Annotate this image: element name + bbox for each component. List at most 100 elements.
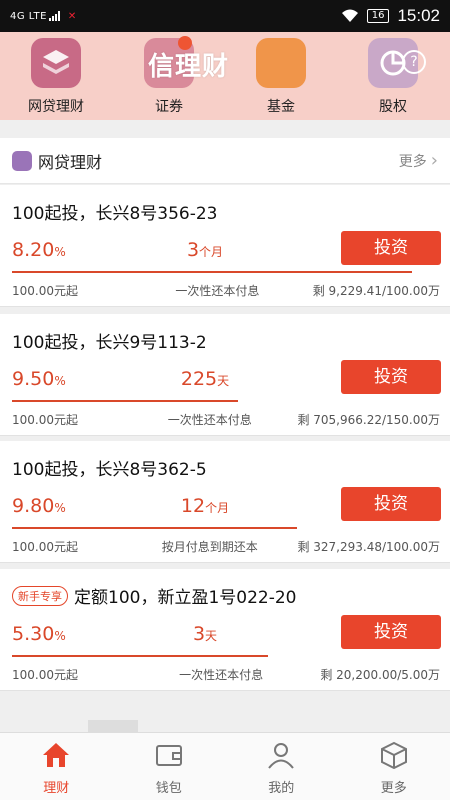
loan-term: 12个月 <box>150 495 260 517</box>
product-footer: 100.00元起 按月付息到期还本 剩 327,293.48/100.00万 <box>12 538 440 555</box>
remaining-amount: 剩 9,229.41/100.00万 <box>312 284 440 298</box>
more-label: 更多 <box>398 153 427 170</box>
battery-indicator: 16 <box>366 9 390 23</box>
product-footer: 100.00元起 一次性还本付息 剩 705,966.22/150.00万 <box>12 411 440 428</box>
layers-icon <box>31 38 81 88</box>
invest-button[interactable]: 投资 <box>341 487 441 521</box>
rate-unit: % <box>54 374 66 388</box>
category-equity[interactable]: 股权 <box>348 38 438 116</box>
help-icon: ? <box>402 50 426 74</box>
term-unit: 天 <box>217 374 230 388</box>
interest-rate: 9.80% <box>12 495 66 517</box>
rate-value: 8.20 <box>12 239 55 261</box>
tab-label: 更多 <box>380 781 407 796</box>
term-unit: 个月 <box>205 501 230 515</box>
product-name-row: 新手专享 定额100，新立盈1号022-20 <box>12 583 296 608</box>
p2p-section-icon <box>12 150 32 171</box>
product-name-row: 100起投，长兴8号356-23 <box>12 199 217 224</box>
partial-divider <box>88 720 138 732</box>
wifi-icon <box>341 9 358 22</box>
category-p2p[interactable]: 网贷理财 <box>11 38 101 116</box>
rate-value: 9.80 <box>12 495 55 517</box>
repayment-method: 一次性还本付息 <box>175 284 260 298</box>
term-unit: 天 <box>205 629 218 643</box>
bottom-tab-bar: 理财 钱包 我的 更多 <box>0 732 450 800</box>
tab-more[interactable]: 更多 <box>338 733 450 800</box>
min-amount: 100.00元起 <box>12 668 78 682</box>
progress-bar <box>12 271 413 273</box>
interest-rate: 9.50% <box>12 368 66 390</box>
repayment-method: 按月付息到期还本 <box>161 540 258 554</box>
category-label: 股权 <box>379 99 407 115</box>
section-header: 网贷理财 更多 › <box>0 138 450 184</box>
product-name: 100起投，长兴9号113-2 <box>12 333 207 353</box>
term-value: 12 <box>180 495 206 517</box>
min-amount: 100.00元起 <box>12 413 78 427</box>
rate-unit: % <box>54 501 66 515</box>
product-card[interactable]: 100起投，长兴8号356-23 8.20% 3个月 投资 100.00元起 一… <box>0 185 450 307</box>
tab-mine[interactable]: 我的 <box>225 733 338 800</box>
section-title: 网贷理财 <box>38 152 103 172</box>
product-name: 定额100，新立盈1号022-20 <box>74 588 297 608</box>
loan-term: 225天 <box>150 368 260 390</box>
invest-button[interactable]: 投资 <box>341 360 441 394</box>
tab-label: 钱包 <box>155 781 182 796</box>
product-card[interactable]: 100起投，长兴8号362-5 9.80% 12个月 投资 100.00元起 按… <box>0 441 450 563</box>
product-card[interactable]: 新手专享 定额100，新立盈1号022-20 5.30% 3天 投资 100.00… <box>0 569 450 691</box>
rate-value: 5.30 <box>12 623 55 645</box>
repayment-method: 一次性还本付息 <box>167 413 252 427</box>
no-sim-icon: ✕ <box>67 10 77 22</box>
product-name: 100起投，长兴8号356-23 <box>12 204 218 224</box>
rate-value: 9.50 <box>12 368 55 390</box>
more-link[interactable]: 更多 › <box>399 150 438 171</box>
min-amount: 100.00元起 <box>12 540 78 554</box>
term-value: 225 <box>180 368 218 390</box>
progress-bar <box>12 400 238 402</box>
network-indicator: 4G LTE <box>10 10 47 22</box>
interest-rate: 8.20% <box>12 239 66 261</box>
term-unit: 个月 <box>199 245 224 259</box>
repayment-method: 一次性还本付息 <box>179 668 264 682</box>
clock: 15:02 <box>397 6 440 25</box>
cube-icon <box>380 741 407 770</box>
progress-bar <box>12 527 298 529</box>
tab-finance[interactable]: 理财 <box>0 733 113 800</box>
product-name-row: 100起投，长兴9号113-2 <box>12 328 207 353</box>
remaining-amount: 剩 20,200.00/5.00万 <box>320 668 440 682</box>
rate-unit: % <box>54 629 66 643</box>
term-value: 3 <box>192 623 206 645</box>
remaining-amount: 剩 327,293.48/100.00万 <box>297 540 440 554</box>
chevron-right-icon: › <box>430 150 438 171</box>
tab-label: 理财 <box>43 781 70 796</box>
category-fund[interactable]: 基金 <box>236 38 326 116</box>
user-icon <box>268 743 295 769</box>
notification-badge-icon <box>178 36 192 50</box>
product-footer: 100.00元起 一次性还本付息 剩 9,229.41/100.00万 <box>12 282 440 299</box>
wallet-icon <box>155 745 182 766</box>
category-label: 网贷理财 <box>28 99 84 115</box>
min-amount: 100.00元起 <box>12 284 78 298</box>
signal-icon <box>48 11 60 21</box>
interest-rate: 5.30% <box>12 623 66 645</box>
new-user-tag: 新手专享 <box>12 585 68 606</box>
progress-bar <box>12 655 268 657</box>
rate-unit: % <box>54 245 66 259</box>
loan-term: 3个月 <box>150 239 260 261</box>
status-bar: 4G LTE ✕ 16 15:02 <box>0 0 450 32</box>
tab-wallet[interactable]: 钱包 <box>113 733 226 800</box>
product-card[interactable]: 100起投，长兴9号113-2 9.50% 225天 投资 100.00元起 一… <box>0 314 450 436</box>
category-label: 证券 <box>155 99 183 115</box>
coin-icon <box>256 38 306 88</box>
invest-button[interactable]: 投资 <box>341 231 441 265</box>
loan-term: 3天 <box>150 623 260 645</box>
category-nav: 网贷理财 证券 基金 股权 信理财 ? <box>0 32 450 120</box>
category-label: 基金 <box>267 99 295 115</box>
product-name: 100起投，长兴8号362-5 <box>12 460 207 480</box>
term-value: 3 <box>186 239 200 261</box>
home-icon <box>43 743 70 767</box>
invest-button[interactable]: 投资 <box>341 615 441 649</box>
watermark-logo: 信理财 <box>148 52 230 82</box>
product-name-row: 100起投，长兴8号362-5 <box>12 455 207 480</box>
remaining-amount: 剩 705,966.22/150.00万 <box>297 413 440 427</box>
tab-label: 我的 <box>268 781 295 796</box>
